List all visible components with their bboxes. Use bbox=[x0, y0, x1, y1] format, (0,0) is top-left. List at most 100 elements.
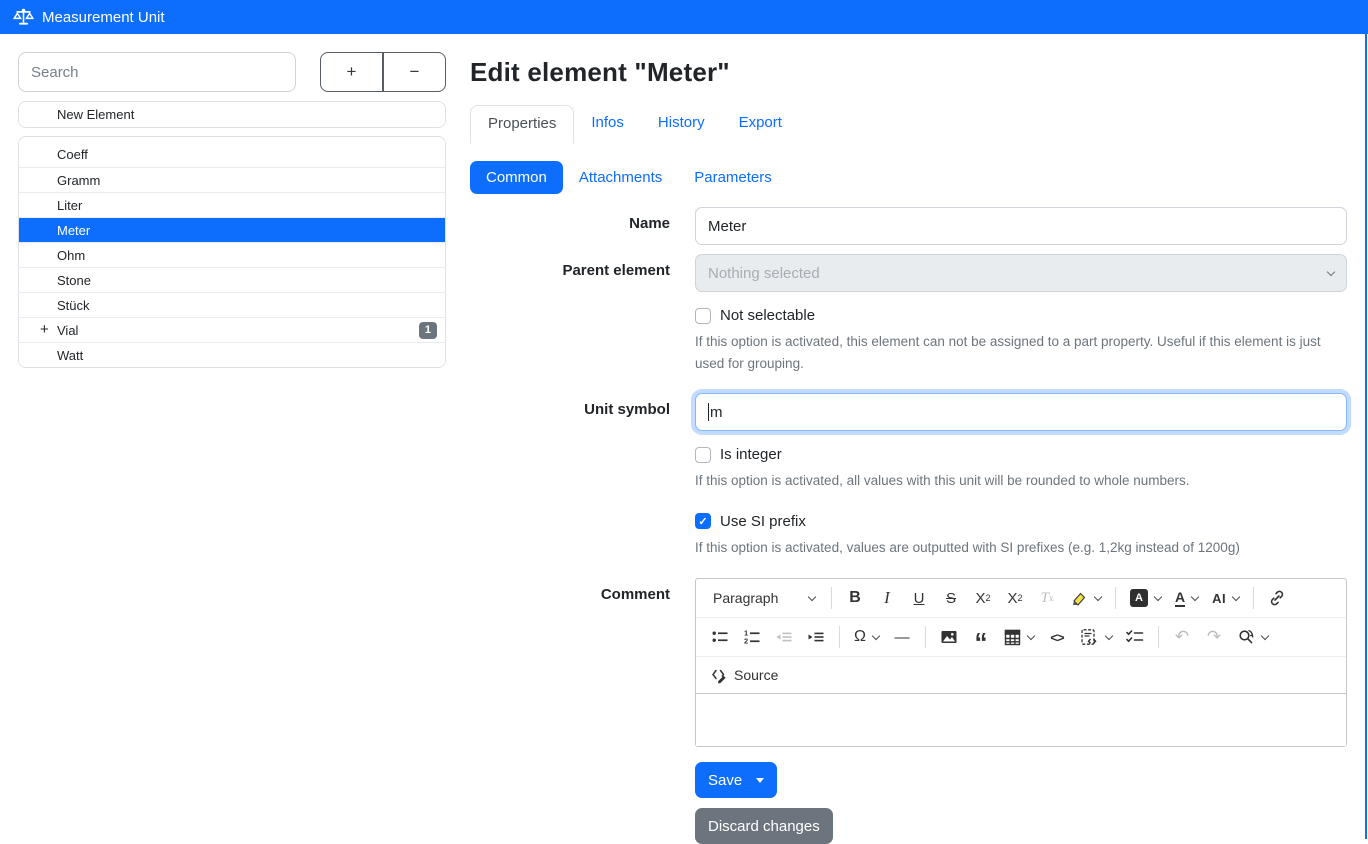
sidebar: + − New Element Coeff Gramm Liter Meter … bbox=[18, 52, 446, 368]
not-selectable-checkbox[interactable] bbox=[695, 308, 711, 324]
font-size-icon[interactable]: AI bbox=[1206, 583, 1245, 613]
chevron-down-icon bbox=[1094, 593, 1102, 601]
tab-common[interactable]: Common bbox=[470, 161, 563, 194]
tree-item-gramm[interactable]: Gramm bbox=[19, 167, 445, 192]
tree-item-coeff[interactable]: Coeff bbox=[19, 142, 445, 167]
redo-icon[interactable]: ↷ bbox=[1199, 622, 1229, 652]
editor-toolbar-row-1: Paragraph B I U S X2 X2 Tx bbox=[696, 579, 1346, 617]
block-quote-icon[interactable]: “ bbox=[966, 622, 996, 652]
chevron-down-icon bbox=[808, 593, 816, 601]
paragraph-style-dropdown[interactable]: Paragraph bbox=[704, 583, 824, 613]
outdent-icon[interactable] bbox=[769, 622, 799, 652]
si-prefix-checkbox[interactable]: ✓ bbox=[695, 513, 711, 529]
expand-node-icon[interactable]: + bbox=[40, 322, 49, 337]
main-tabs: Properties Infos History Export bbox=[470, 105, 1347, 144]
indent-icon[interactable] bbox=[801, 622, 831, 652]
link-icon[interactable] bbox=[1262, 583, 1292, 613]
is-integer-checkbox[interactable] bbox=[695, 447, 711, 463]
insert-table-icon[interactable] bbox=[998, 622, 1040, 652]
svg-text:2: 2 bbox=[744, 637, 748, 646]
tree-item-liter[interactable]: Liter bbox=[19, 192, 445, 217]
chevron-down-icon bbox=[1191, 593, 1199, 601]
chevron-down-icon bbox=[1327, 267, 1335, 275]
chevron-down-icon bbox=[1232, 593, 1240, 601]
app-title: Measurement Unit bbox=[42, 9, 165, 26]
si-prefix-label[interactable]: Use SI prefix bbox=[720, 513, 806, 530]
undo-icon[interactable]: ↶ bbox=[1167, 622, 1197, 652]
chevron-down-icon bbox=[1027, 632, 1035, 640]
tab-properties[interactable]: Properties bbox=[470, 105, 574, 144]
tab-attachments[interactable]: Attachments bbox=[563, 161, 678, 194]
new-element-box: New Element bbox=[18, 101, 446, 128]
source-button[interactable]: Source bbox=[704, 661, 784, 689]
find-and-replace-icon[interactable] bbox=[1231, 622, 1274, 652]
unit-symbol-label: Unit symbol bbox=[470, 393, 670, 492]
is-integer-help: If this option is activated, all values … bbox=[695, 470, 1347, 492]
italic-icon[interactable]: I bbox=[872, 583, 902, 613]
collapse-all-button[interactable]: − bbox=[383, 52, 446, 92]
tree-item-vial[interactable]: + Vial 1 bbox=[19, 317, 445, 342]
parent-element-select[interactable]: Nothing selected bbox=[695, 254, 1347, 292]
insert-image-icon[interactable] bbox=[934, 622, 964, 652]
tree-item-meter[interactable]: Meter bbox=[19, 217, 445, 242]
underline-icon[interactable]: U bbox=[904, 583, 934, 613]
main-panel: Edit element "Meter" Properties Infos Hi… bbox=[470, 52, 1347, 844]
tab-export[interactable]: Export bbox=[722, 105, 799, 144]
font-background-color-icon[interactable]: A bbox=[1124, 583, 1167, 613]
highlight-icon[interactable] bbox=[1064, 583, 1107, 613]
expand-all-button[interactable]: + bbox=[320, 52, 383, 92]
app-brand[interactable]: Measurement Unit bbox=[13, 8, 165, 26]
search-input[interactable] bbox=[18, 52, 296, 92]
numbered-list-icon[interactable]: 1 2 bbox=[737, 622, 767, 652]
chevron-down-icon bbox=[1105, 632, 1113, 640]
editor-toolbar-row-3: Source bbox=[696, 656, 1346, 693]
tree-item-ohm[interactable]: Ohm bbox=[19, 242, 445, 267]
font-color-icon[interactable]: A bbox=[1169, 583, 1204, 613]
not-selectable-help: If this option is activated, this elemen… bbox=[695, 331, 1347, 374]
comment-label: Comment bbox=[470, 558, 670, 844]
not-selectable-label[interactable]: Not selectable bbox=[720, 307, 815, 324]
chevron-down-icon bbox=[872, 632, 880, 640]
unit-symbol-field[interactable]: m bbox=[695, 393, 1347, 431]
bulleted-list-icon[interactable] bbox=[705, 622, 735, 652]
tree-item-stone[interactable]: Stone bbox=[19, 267, 445, 292]
chevron-down-icon bbox=[1154, 593, 1162, 601]
bold-icon[interactable]: B bbox=[840, 583, 870, 613]
tab-history[interactable]: History bbox=[641, 105, 722, 144]
source-edit-icon bbox=[710, 666, 729, 684]
page-title: Edit element "Meter" bbox=[470, 57, 1347, 88]
tree-item-new-element[interactable]: New Element bbox=[19, 102, 445, 127]
horizontal-line-icon[interactable]: — bbox=[887, 622, 917, 652]
strikethrough-icon[interactable]: S bbox=[936, 583, 966, 613]
name-field[interactable] bbox=[695, 207, 1347, 245]
todo-list-icon[interactable] bbox=[1120, 622, 1150, 652]
si-prefix-help: If this option is activated, values are … bbox=[695, 537, 1347, 559]
editor-toolbar-row-2: 1 2 bbox=[696, 617, 1346, 656]
superscript-icon[interactable]: X2 bbox=[1000, 583, 1030, 613]
save-button[interactable]: Save bbox=[695, 762, 777, 798]
inline-code-icon[interactable]: <> bbox=[1042, 622, 1072, 652]
tree-item-watt[interactable]: Watt bbox=[19, 342, 445, 367]
sub-tabs: Common Attachments Parameters bbox=[470, 161, 1347, 194]
element-tree: Coeff Gramm Liter Meter Ohm Stone Stück … bbox=[18, 136, 446, 368]
window-edge-line bbox=[1365, 34, 1367, 839]
child-count-badge: 1 bbox=[419, 322, 437, 339]
special-characters-icon[interactable]: Ω bbox=[848, 622, 885, 652]
tab-infos[interactable]: Infos bbox=[574, 105, 641, 144]
balance-scale-icon bbox=[13, 8, 34, 26]
caret-down-icon[interactable] bbox=[756, 778, 764, 783]
top-navbar: Measurement Unit bbox=[0, 0, 1368, 34]
subscript-icon[interactable]: X2 bbox=[968, 583, 998, 613]
remove-format-icon[interactable]: Tx bbox=[1032, 583, 1062, 613]
name-label: Name bbox=[470, 207, 670, 245]
tab-parameters[interactable]: Parameters bbox=[678, 161, 788, 194]
rich-text-editor: Paragraph B I U S X2 X2 Tx bbox=[695, 578, 1347, 747]
tree-expand-collapse-group: + − bbox=[320, 52, 446, 92]
code-block-icon[interactable] bbox=[1074, 622, 1118, 652]
is-integer-label[interactable]: Is integer bbox=[720, 446, 782, 463]
tree-item-stueck[interactable]: Stück bbox=[19, 292, 445, 317]
chevron-down-icon bbox=[1261, 632, 1269, 640]
comment-editing-area[interactable] bbox=[696, 693, 1346, 746]
parent-element-label: Parent element bbox=[470, 254, 670, 374]
text-cursor bbox=[708, 403, 709, 421]
